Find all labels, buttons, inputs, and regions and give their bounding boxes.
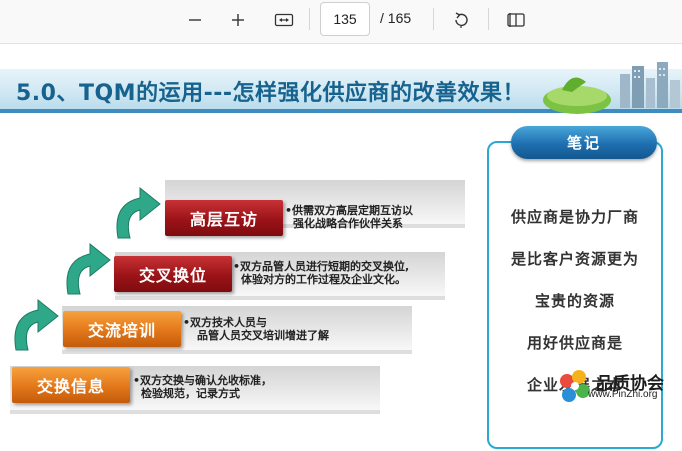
step-label: 交换信息 <box>36 377 105 396</box>
watermark-url: www.PinZhi.org <box>588 389 658 400</box>
two-page-view-button[interactable] <box>501 6 531 34</box>
step-description-line: •双方品管人员进行短期的交叉换位, <box>233 260 410 273</box>
step-description-line: •双方交换与确认允收标准， <box>133 374 273 387</box>
step-description-line: 强化战略合作伙伴关系 <box>293 217 403 230</box>
toolbar-divider <box>309 8 310 30</box>
step-description-line: 品管人员交叉培训增进了解 <box>197 329 329 342</box>
page-total: / 165 <box>380 10 412 26</box>
notes-line: 供应商是协力厂商 <box>510 208 639 226</box>
toolbar-divider <box>433 8 434 30</box>
step-exchange-training: 交流培训 <box>63 311 181 347</box>
curved-up-arrow-icon <box>14 298 59 351</box>
two-page-view-icon <box>507 13 525 27</box>
step-description-line: •双方技术人员与 <box>183 316 268 329</box>
toolbar-divider <box>488 8 489 30</box>
city-globe-illustration <box>543 62 680 114</box>
step-label: 交流培训 <box>87 321 156 340</box>
step-description: •双方技术人员与 品管人员交叉培训增进了解 <box>183 316 329 342</box>
step-label: 高层互访 <box>189 210 258 229</box>
step-exchange-information: 交换信息 <box>12 367 130 403</box>
curved-up-arrow-icon <box>116 186 161 239</box>
zoom-out-button[interactable] <box>180 6 210 34</box>
rotate-icon <box>455 12 468 28</box>
step-description: •供需双方高层定期互访以 强化战略合作伙伴关系 <box>285 204 413 230</box>
step-executive-visits: 高层互访 <box>165 200 283 236</box>
notes-line: 宝贵的资源 <box>534 292 615 310</box>
step-description-line: 检验规范，记录方式 <box>141 387 240 400</box>
step-description: •双方交换与确认允收标准， 检验规范，记录方式 <box>133 374 272 400</box>
step-description-line: •供需双方高层定期互访以 <box>285 204 414 217</box>
curved-up-arrow-icon <box>66 242 111 295</box>
zoom-in-button[interactable] <box>223 6 253 34</box>
step-description-line: 体验对方的工作过程及企业文化。 <box>241 273 406 286</box>
notes-line: 是比客户资源更为 <box>510 250 639 268</box>
slide-title: 5.0、TQM的运用---怎样强化供应商的改善效果！ <box>16 81 525 106</box>
plus-icon <box>232 14 244 26</box>
page-number-input[interactable]: 135 <box>320 2 370 36</box>
pdf-toolbar: 135 / 165 <box>0 0 682 44</box>
fit-width-button[interactable] <box>269 6 299 34</box>
step-description: •双方品管人员进行短期的交叉换位, 体验对方的工作过程及企业文化。 <box>233 260 409 286</box>
minus-icon <box>189 19 201 21</box>
fit-width-icon <box>274 13 294 27</box>
notes-line: 用好供应商是 <box>526 334 623 352</box>
step-cross-rotation: 交叉换位 <box>114 256 232 292</box>
notes-header: 笔记 <box>511 126 657 159</box>
step-label: 交叉换位 <box>138 266 207 285</box>
rotate-button[interactable] <box>446 6 476 34</box>
